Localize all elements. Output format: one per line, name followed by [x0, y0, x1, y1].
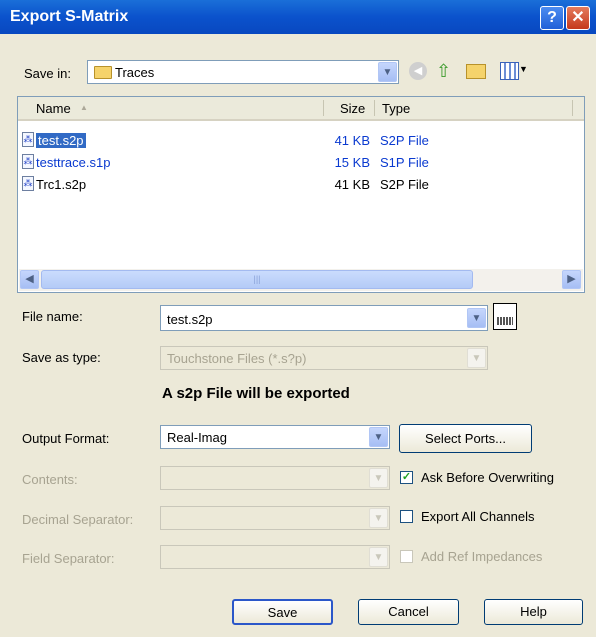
output-format-value: Real-Imag — [167, 430, 227, 445]
file-icon: ⁂ — [22, 132, 34, 147]
file-type: S1P File — [380, 155, 429, 170]
list-item[interactable]: ⁂ test.s2p 41 KB S2P File — [18, 131, 584, 149]
dialog-title: Export S-Matrix — [10, 8, 129, 25]
output-format-select[interactable]: Real-Imag ▼ — [160, 425, 390, 449]
chevron-down-icon: ▼ — [369, 508, 388, 528]
file-type: S2P File — [380, 133, 429, 148]
file-name: testtrace.s1p — [36, 155, 111, 170]
field-separator-label: Field Separator: — [22, 551, 115, 566]
file-icon: ⁂ — [22, 154, 34, 169]
file-name-label: File name: — [22, 309, 83, 324]
column-type[interactable]: Type — [382, 101, 410, 116]
add-ref-checkbox[interactable] — [400, 550, 413, 563]
help-button[interactable]: Help — [484, 599, 583, 625]
decimal-separator-select[interactable]: ▼ — [160, 506, 390, 530]
export-all-checkbox[interactable] — [400, 510, 413, 523]
save-type-label: Save as type: — [22, 350, 101, 365]
sort-asc-icon: ▲ — [80, 103, 88, 112]
export-note: A s2p File will be exported — [162, 385, 350, 402]
decimal-separator-label: Decimal Separator: — [22, 512, 134, 527]
chevron-down-icon: ▼ — [369, 468, 388, 488]
file-name: Trc1.s2p — [36, 177, 87, 192]
export-dialog: Export S-Matrix ? ✕ Save in: Traces ▼ ◀ … — [0, 0, 596, 637]
column-name[interactable]: Name — [36, 101, 71, 116]
list-item[interactable]: ⁂ Trc1.s2p 41 KB S2P File — [18, 175, 584, 193]
view-dropdown-icon[interactable]: ▼ — [519, 64, 528, 74]
ask-overwrite-checkbox[interactable]: ✓ — [400, 471, 413, 484]
scroll-thumb[interactable]: ||| — [41, 270, 473, 289]
cancel-button[interactable]: Cancel — [358, 599, 459, 625]
save-type-value: Touchstone Files (*.s?p) — [167, 351, 307, 366]
back-icon[interactable]: ◀ — [409, 62, 427, 80]
output-format-label: Output Format: — [22, 431, 110, 446]
file-size: 41 KB — [334, 177, 370, 192]
title-bar[interactable]: Export S-Matrix ? ✕ — [0, 0, 596, 34]
scroll-right-icon[interactable]: ▶ — [562, 270, 581, 289]
file-type: S2P File — [380, 177, 429, 192]
file-name: test.s2p — [36, 133, 86, 148]
save-in-label: Save in: — [24, 66, 71, 81]
file-name-value: test.s2p — [167, 312, 213, 327]
keyboard-icon[interactable] — [493, 303, 517, 330]
file-name-input[interactable]: test.s2p ▼ — [160, 305, 488, 331]
help-icon[interactable]: ? — [540, 6, 564, 30]
list-item[interactable]: ⁂ testtrace.s1p 15 KB S1P File — [18, 153, 584, 171]
ask-overwrite-label: Ask Before Overwriting — [421, 470, 554, 485]
chevron-down-icon: ▼ — [369, 547, 388, 567]
contents-select[interactable]: ▼ — [160, 466, 390, 490]
file-list[interactable]: Name ▲ Size Type ⁂ test.s2p 41 KB S2P Fi… — [17, 96, 585, 293]
chevron-down-icon[interactable]: ▼ — [369, 427, 388, 447]
horizontal-scrollbar[interactable]: ◀ ||| ▶ — [19, 269, 583, 291]
save-type-select[interactable]: Touchstone Files (*.s?p) ▼ — [160, 346, 488, 370]
column-size[interactable]: Size — [340, 101, 365, 116]
select-ports-button[interactable]: Select Ports... — [399, 424, 532, 453]
list-header: Name ▲ Size Type — [18, 97, 584, 121]
up-folder-icon[interactable]: ⇧ — [436, 61, 451, 82]
field-separator-select[interactable]: ▼ — [160, 545, 390, 569]
close-icon[interactable]: ✕ — [566, 6, 590, 30]
chevron-down-icon: ▼ — [467, 348, 486, 368]
new-folder-icon[interactable] — [466, 64, 486, 79]
file-size: 41 KB — [334, 133, 370, 148]
scroll-left-icon[interactable]: ◀ — [20, 270, 39, 289]
export-all-label: Export All Channels — [421, 509, 535, 524]
add-ref-label: Add Ref Impedances — [421, 549, 543, 564]
chevron-down-icon[interactable]: ▼ — [378, 62, 397, 82]
file-size: 15 KB — [334, 155, 370, 170]
contents-label: Contents: — [22, 472, 78, 487]
file-icon: ⁂ — [22, 176, 34, 191]
save-in-value: Traces — [115, 65, 155, 80]
save-button[interactable]: Save — [232, 599, 333, 625]
save-in-combo[interactable]: Traces ▼ — [87, 60, 399, 84]
folder-icon — [94, 66, 112, 79]
view-menu-icon[interactable] — [500, 62, 519, 80]
chevron-down-icon[interactable]: ▼ — [467, 308, 486, 328]
